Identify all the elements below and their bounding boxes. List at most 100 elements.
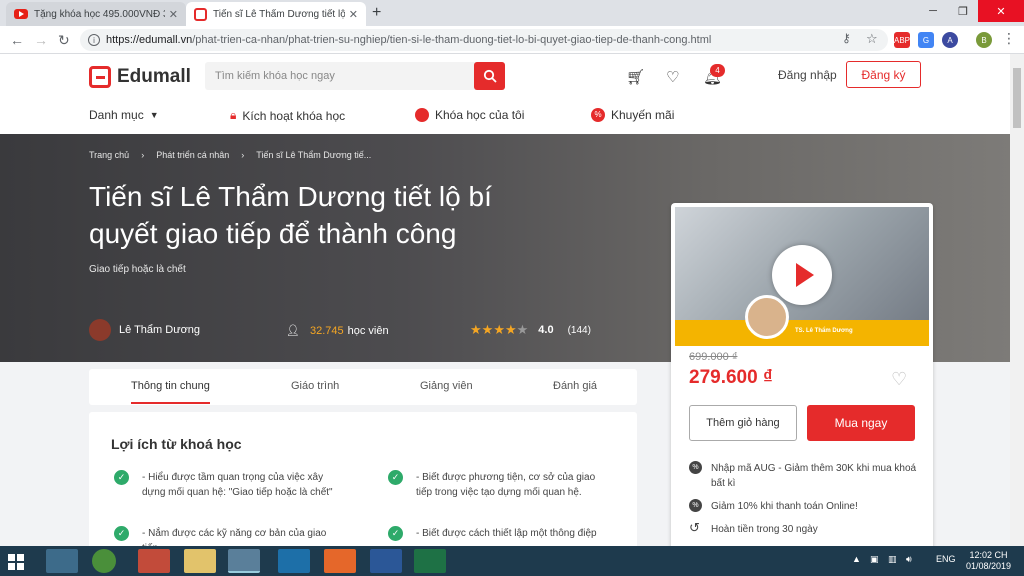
promo-item: ↺ Hoàn tiền trong 30 ngày: [689, 520, 919, 537]
tab-curriculum[interactable]: Giáo trình: [291, 380, 339, 392]
user-icon: 👤︎: [286, 325, 300, 337]
tray-arrow-icon[interactable]: ▲: [852, 554, 861, 564]
menu-label: Kích hoạt khóa học: [242, 108, 346, 123]
course-preview[interactable]: TS. Lê Thẩm Dương: [675, 207, 929, 346]
benefit-item: ✓ - Biết được cách thiết lập một thông đ…: [388, 526, 608, 541]
clock-time: 12:02 CH: [969, 550, 1008, 560]
tab-instructor[interactable]: Giảng viên: [420, 380, 473, 392]
new-tab-button[interactable]: +: [372, 4, 381, 22]
adblock-icon[interactable]: ABP: [894, 32, 910, 48]
language-indicator[interactable]: ENG: [936, 554, 956, 564]
menu-activate-course[interactable]: 🔒︎ Kích hoạt khóa học: [230, 108, 345, 123]
refund-icon: ↺: [689, 520, 700, 535]
network-icon[interactable]: ▥: [888, 554, 897, 565]
promo-text: Hoàn tiền trong 30 ngày: [711, 524, 818, 535]
login-link[interactable]: Đăng nhập: [778, 68, 837, 82]
buy-now-button[interactable]: Mua ngay: [807, 405, 915, 441]
menu-my-courses[interactable]: Khóa học của tôi: [415, 108, 524, 122]
breadcrumb-current: Tiến sĩ Lê Thẩm Dương tiế...: [256, 150, 372, 160]
add-to-cart-button[interactable]: Thêm giỏ hàng: [689, 405, 797, 441]
student-count: 👤︎ 32.745 học viên: [286, 324, 389, 338]
url-domain: https://edumall.vn: [106, 34, 193, 46]
rating-count: (144): [567, 324, 591, 336]
heart-icon[interactable]: ♡: [666, 68, 679, 86]
reload-icon[interactable]: ↻: [58, 32, 70, 49]
course-subtitle: Giao tiếp hoặc là chết: [89, 264, 186, 275]
extension-icon[interactable]: A: [942, 32, 958, 48]
tray-icon[interactable]: ▣: [870, 554, 879, 565]
menu-label: Khóa học của tôi: [435, 108, 525, 122]
close-icon[interactable]: ✕: [349, 8, 358, 21]
author[interactable]: Lê Thẩm Dương: [89, 319, 200, 341]
key-icon[interactable]: ⚷: [842, 31, 851, 45]
close-icon[interactable]: ✕: [169, 8, 178, 21]
scrollbar-thumb[interactable]: [1013, 68, 1021, 128]
play-circle-icon: [415, 108, 429, 122]
search-input[interactable]: Tìm kiếm khóa học ngay: [205, 62, 505, 90]
wishlist-heart-icon[interactable]: ♡: [891, 369, 907, 390]
browser-tab-2[interactable]: Tiến sĩ Lê Thẩm Dương tiết lộ bí ✕: [186, 2, 366, 26]
ccleaner-icon[interactable]: [46, 549, 78, 573]
menu-categories[interactable]: Danh mục ▼: [89, 108, 159, 122]
browser-tab-1[interactable]: Tặng khóa học 495.000VNĐ 3 CH ✕: [6, 2, 186, 26]
youtube-icon: [14, 9, 28, 19]
translate-icon[interactable]: G: [918, 32, 934, 48]
benefits-title: Lợi ích từ khoá học: [111, 436, 242, 452]
register-button[interactable]: Đăng ký: [846, 61, 921, 88]
check-icon: ✓: [114, 470, 129, 485]
tab-reviews[interactable]: Đánh giá: [553, 380, 597, 392]
search-icon: [483, 69, 497, 83]
check-icon: ✓: [388, 470, 403, 485]
volume-icon[interactable]: 🔊︎: [906, 554, 912, 565]
cart-icon[interactable]: 🛒︎: [626, 68, 645, 86]
app-icon[interactable]: [324, 549, 356, 573]
old-price: 699.000 ₫: [689, 351, 738, 363]
info-icon[interactable]: i: [88, 34, 100, 46]
price: 279.600 ₫: [689, 367, 773, 388]
tab-general-info[interactable]: Thông tin chung: [131, 380, 210, 404]
clock-date: 01/08/2019: [966, 561, 1012, 571]
browser-tab-strip: Tặng khóa học 495.000VNĐ 3 CH ✕ Tiến sĩ …: [0, 0, 1024, 26]
edumall-favicon-icon: [194, 7, 207, 21]
notification-badge: 4: [710, 64, 725, 77]
clock[interactable]: 12:02 CH 01/08/2019: [966, 550, 1011, 572]
maximize-icon[interactable]: ❐: [948, 0, 978, 22]
promo-item: % Giảm 10% khi thanh toán Online!: [689, 499, 919, 514]
profile-avatar[interactable]: B: [976, 32, 992, 48]
forward-arrow-icon[interactable]: →: [34, 32, 48, 48]
promo-text: Nhập mã AUG - Giảm thêm 30K khi mua khoá…: [711, 463, 917, 489]
app-icon[interactable]: [92, 549, 116, 573]
students-label: học viên: [347, 324, 389, 337]
rating: ★ ★ ★ ★ ★ 4.0 (144): [470, 322, 591, 338]
star-icon: ★: [504, 322, 517, 337]
file-explorer-icon[interactable]: [184, 549, 216, 573]
breadcrumb-home[interactable]: Trang chủ: [89, 150, 129, 160]
bookmark-star-icon[interactable]: ☆: [866, 31, 878, 47]
play-icon[interactable]: [772, 245, 832, 305]
excel-icon[interactable]: [414, 549, 446, 573]
minimize-icon[interactable]: ─: [918, 0, 948, 22]
edumall-logo[interactable]: Edumall: [89, 66, 191, 88]
search-button[interactable]: [474, 62, 505, 90]
benefit-text: - Biết được cách thiết lập một thông điệ…: [416, 528, 597, 539]
address-bar: ← → ↻ i https://edumall.vn/phat-trien-ca…: [0, 26, 1024, 54]
url-path: /phat-trien-ca-nhan/phat-trien-su-nghiep…: [192, 34, 712, 46]
url-input[interactable]: i https://edumall.vn/phat-trien-ca-nhan/…: [80, 29, 888, 51]
back-arrow-icon[interactable]: ←: [10, 32, 24, 48]
app-icon[interactable]: [278, 549, 310, 573]
menu-label: Danh mục: [89, 108, 144, 122]
chrome-icon[interactable]: [228, 549, 260, 573]
windows-start-icon[interactable]: [8, 554, 24, 570]
menu-dots-icon[interactable]: ⋮: [1002, 30, 1016, 47]
chevron-right-icon: ›: [241, 150, 245, 160]
chevron-down-icon: ▼: [149, 110, 159, 120]
paint-icon[interactable]: [138, 549, 170, 573]
chevron-right-icon: ›: [141, 150, 145, 160]
benefits-section: Lợi ích từ khoá học ✓ - Hiểu được tầm qu…: [89, 412, 637, 554]
word-icon[interactable]: [370, 549, 402, 573]
menu-promotions[interactable]: % Khuyến mãi: [591, 108, 674, 122]
promo-text: Giảm 10% khi thanh toán Online!: [711, 501, 858, 512]
breadcrumb-category[interactable]: Phát triển cá nhân: [156, 150, 229, 160]
window-close-icon[interactable]: ✕: [978, 0, 1024, 22]
page-scrollbar[interactable]: [1010, 54, 1024, 546]
